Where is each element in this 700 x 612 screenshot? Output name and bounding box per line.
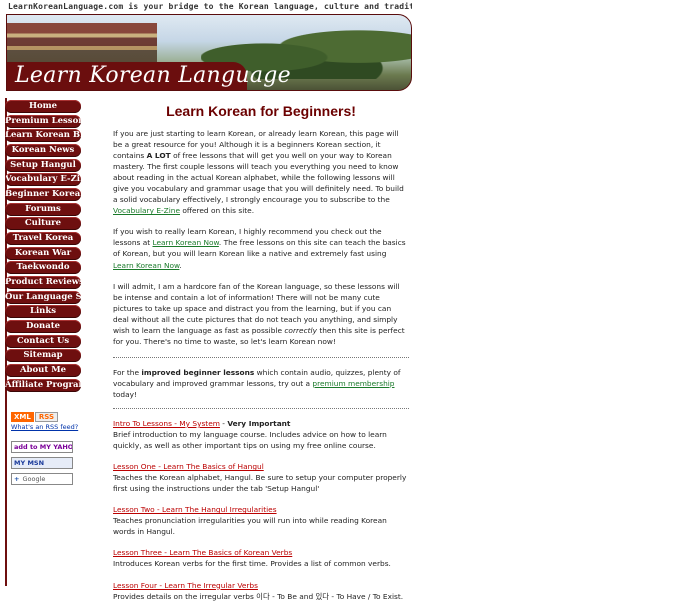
lesson-item: Lesson Four - Learn The Irregular Verbs …	[113, 580, 409, 602]
nav-item-language-store[interactable]: Our Language Store	[5, 290, 81, 304]
google-label: Google	[22, 475, 46, 483]
lesson-item: Lesson One - Learn The Basics of Hangul …	[113, 461, 409, 494]
recommend-text-3: .	[179, 260, 182, 270]
plus-icon: +	[14, 475, 20, 483]
lesson-one-link[interactable]: Lesson One - Learn The Basics of Hangul	[113, 462, 264, 471]
nav-item-learn-korean-blog[interactable]: Learn Korean Blog	[5, 129, 81, 143]
lesson-two-desc: Teaches pronunciation irregularities you…	[113, 516, 387, 537]
add-to-my-yahoo-button[interactable]: add to MY YAHOO!	[11, 441, 73, 453]
site-tagline: LearnKoreanLanguage.com is your bridge t…	[8, 2, 412, 11]
nav-item-sitemap[interactable]: Sitemap	[5, 349, 81, 363]
lesson-four-desc: Provides details on the irregular verbs …	[113, 591, 404, 601]
nav-item-vocabulary-ezine[interactable]: Vocabulary E-Zine	[5, 173, 81, 187]
nav-item-links[interactable]: Links	[5, 305, 81, 319]
nav-item-korean-news[interactable]: Korean News	[5, 144, 81, 158]
lesson-four-link[interactable]: Lesson Four - Learn The Irregular Verbs	[113, 581, 258, 590]
nav-item-product-reviews[interactable]: Product Reviews	[5, 276, 81, 290]
premium-text-3: today!	[113, 389, 137, 399]
sidebar-nav: Home Premium Lessons Learn Korean Blog K…	[5, 100, 81, 393]
add-to-my-msn-button[interactable]: MY MSN	[11, 457, 73, 469]
recommend-paragraph: If you wish to really learn Korean, I hi…	[113, 226, 409, 270]
nav-item-beginner-korean[interactable]: Beginner Korean	[5, 188, 81, 202]
rss-help-link[interactable]: What's an RSS feed?	[11, 423, 78, 431]
nav-item-culture[interactable]: Culture	[5, 217, 81, 231]
premium-bold: improved beginner lessons	[141, 367, 255, 377]
nav-item-donate[interactable]: Donate	[5, 320, 81, 334]
intro-text-3: offered on this site.	[180, 206, 255, 216]
nav-item-about-me[interactable]: About Me	[5, 364, 81, 378]
premium-text-1: For the	[113, 367, 142, 377]
divider	[113, 356, 409, 358]
lesson-intro-tag: Very Important	[227, 418, 291, 428]
nav-item-setup-hangul[interactable]: Setup Hangul	[5, 158, 81, 172]
vocabulary-ezine-link[interactable]: Vocabulary E-Zine	[113, 206, 180, 215]
learn-korean-now-link-1[interactable]: Learn Korean Now	[152, 238, 218, 247]
main-content: Learn Korean for Beginners! If you are j…	[113, 100, 409, 612]
nav-item-forums[interactable]: Forums	[5, 202, 81, 216]
nav-item-taekwondo[interactable]: Taekwondo	[5, 261, 81, 275]
nav-item-travel-korea[interactable]: Travel Korea	[5, 232, 81, 246]
divider	[113, 407, 409, 409]
add-to-google-button[interactable]: + Google	[11, 473, 73, 485]
nav-item-korean-war[interactable]: Korean War	[5, 246, 81, 260]
lesson-item: Intro To Lessons - My System - Very Impo…	[113, 418, 409, 451]
rss-label: RSS	[34, 412, 58, 422]
intro-bold: A LOT	[146, 151, 171, 161]
header-banner[interactable]: Learn Korean Language	[6, 14, 412, 91]
intro-paragraph: If you are just starting to learn Korean…	[113, 128, 409, 216]
nav-item-premium-lessons[interactable]: Premium Lessons	[5, 114, 81, 128]
learn-korean-now-link-2[interactable]: Learn Korean Now	[113, 261, 179, 270]
lesson-three-desc: Introduces Korean verbs for the first ti…	[113, 559, 391, 569]
nav-item-contact-us[interactable]: Contact Us	[5, 334, 81, 348]
hardcore-paragraph: I will admit, I am a hardcore fan of the…	[113, 281, 409, 347]
hardcore-emphasis: correctly	[284, 325, 317, 335]
lesson-item: Lesson Three - Learn The Basics of Korea…	[113, 547, 409, 569]
xml-rss-badge[interactable]: XML RSS	[11, 412, 73, 422]
lesson-item: Lesson Two - Learn The Hangul Irregulari…	[113, 504, 409, 537]
xml-label: XML	[11, 412, 34, 422]
page-title: Learn Korean for Beginners!	[166, 103, 356, 119]
nav-item-home[interactable]: Home	[5, 100, 81, 113]
lesson-three-link[interactable]: Lesson Three - Learn The Basics of Korea…	[113, 548, 292, 557]
premium-paragraph: For the improved beginner lessons which …	[113, 367, 409, 400]
lesson-one-desc: Teaches the Korean alphabet, Hangul. Be …	[113, 473, 407, 494]
premium-membership-link[interactable]: premium membership	[312, 379, 394, 388]
lesson-intro-desc: Brief introduction to my language course…	[113, 430, 387, 451]
site-logo-title[interactable]: Learn Korean Language	[15, 63, 291, 88]
lesson-intro-link[interactable]: Intro To Lessons - My System	[113, 419, 220, 428]
nav-item-affiliate-program[interactable]: Affiliate Program	[5, 378, 81, 392]
feed-badges: XML RSS What's an RSS feed? add to MY YA…	[11, 412, 78, 485]
lesson-two-link[interactable]: Lesson Two - Learn The Hangul Irregulari…	[113, 505, 277, 514]
